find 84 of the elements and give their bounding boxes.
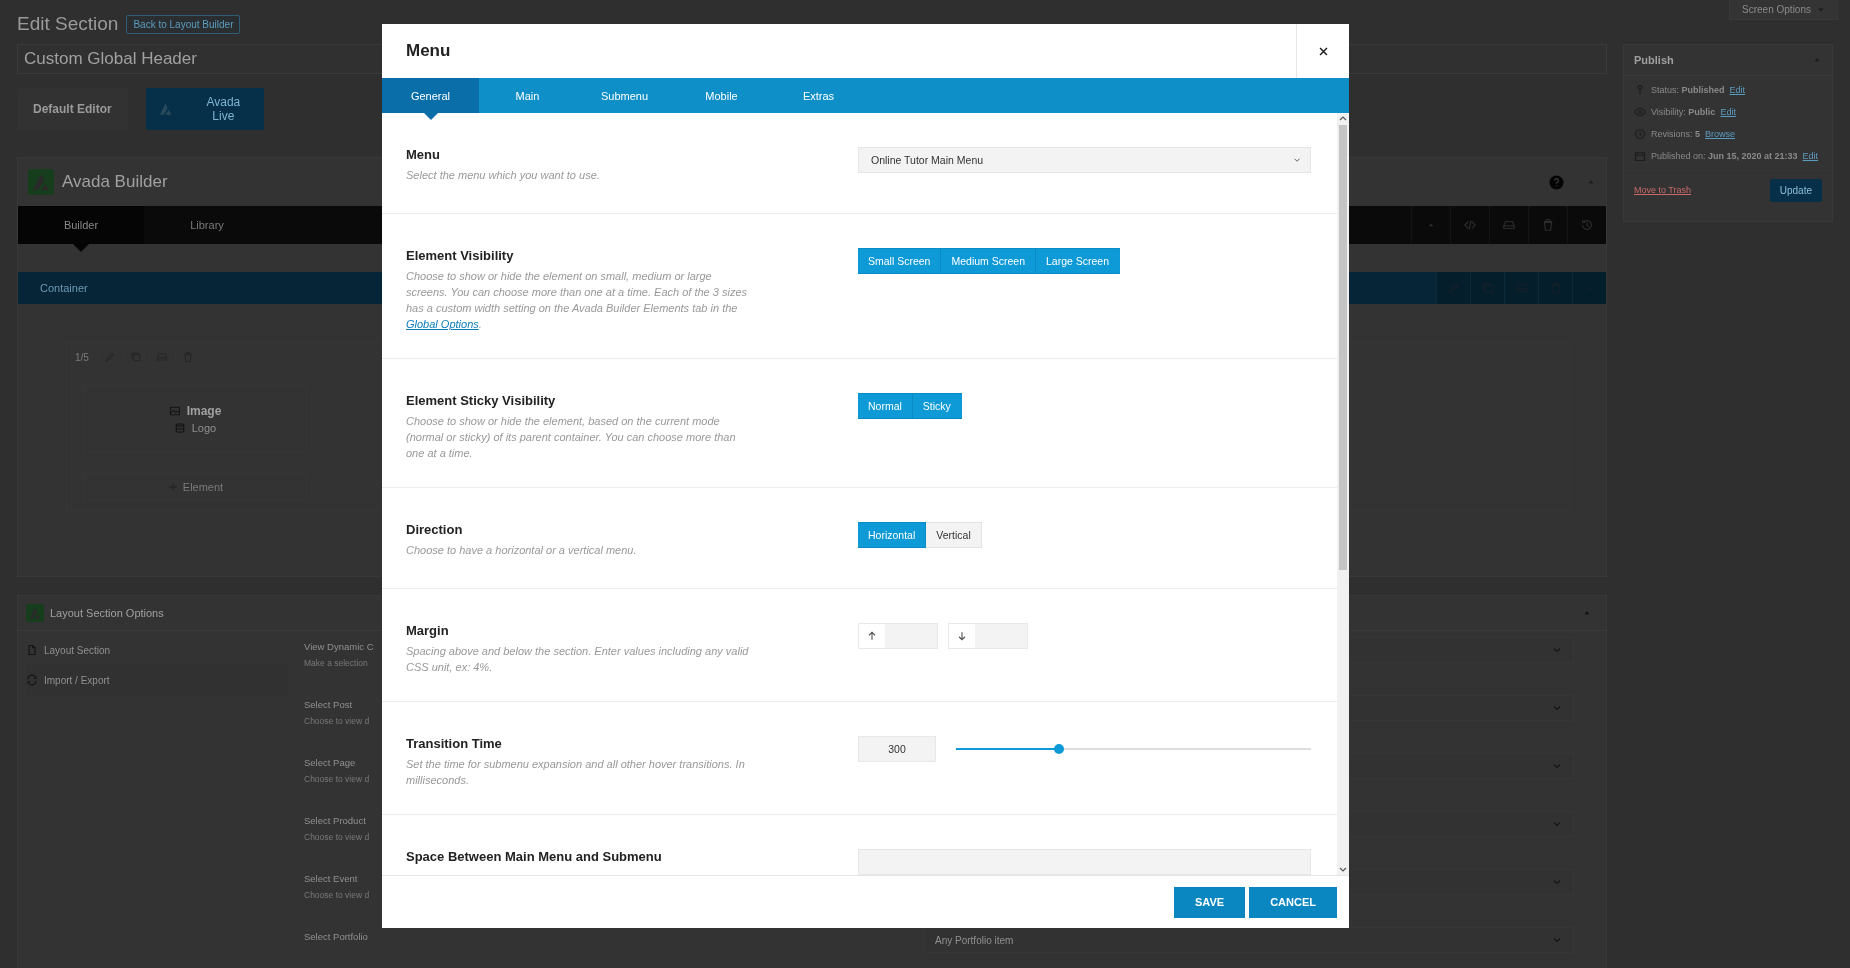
menu-select[interactable] bbox=[858, 849, 1311, 875]
option-description: Choose to show or hide the element, based on the current mode (normal or sticky) of its parent container. You can choose more than one at a time. bbox=[406, 414, 737, 461]
nav-item[interactable]: Layout Section bbox=[26, 635, 288, 665]
update-button[interactable]: Update bbox=[1769, 178, 1822, 202]
scrollbar[interactable] bbox=[1337, 113, 1349, 875]
save-button[interactable]: SAVE bbox=[1174, 886, 1246, 918]
logo-icon bbox=[26, 604, 44, 622]
edit-link[interactable]: Edit bbox=[1720, 107, 1736, 117]
field-label: Select Product bbox=[304, 815, 366, 826]
toggle-button[interactable]: Normal bbox=[858, 393, 913, 419]
move-to-trash-link[interactable]: Move to Trash bbox=[1634, 185, 1692, 195]
element-subtitle: Logo bbox=[191, 422, 217, 434]
toggle-button[interactable]: Vertical bbox=[926, 522, 982, 548]
margin-field[interactable] bbox=[948, 623, 1028, 649]
document-icon bbox=[26, 644, 38, 656]
screen-options-tab[interactable]: Screen Options bbox=[1729, 0, 1838, 20]
publish-info: Status: Published bbox=[1651, 85, 1725, 95]
box-title: Publish bbox=[1634, 54, 1674, 66]
field-label: Select Event bbox=[304, 873, 358, 884]
history-icon[interactable] bbox=[1580, 218, 1594, 232]
option-description: Select the menu which you want to use. bbox=[406, 168, 601, 183]
dialog-title: Menu bbox=[405, 41, 451, 61]
panel-title: Layout Section Options bbox=[50, 607, 164, 619]
element-title: Image bbox=[186, 404, 222, 418]
dialog-tab[interactable]: Mobile bbox=[673, 78, 770, 113]
publish-info: Published on: Jun 15, 2020 at 21:33 bbox=[1651, 151, 1798, 161]
trash-icon[interactable] bbox=[1541, 218, 1555, 232]
container-label: Container bbox=[39, 282, 88, 294]
logo-icon bbox=[157, 101, 173, 117]
tab-pointer bbox=[73, 244, 89, 252]
option-description: Choose to show or hide the element on small, medium or large screens. You can choose more than one at a time. Each of the 3 sizes has a custom width setting on the Avada Builder Elements tab in the Global Options. bbox=[406, 269, 748, 332]
toggle-button[interactable]: Small Screen bbox=[858, 248, 942, 274]
edit-link[interactable]: Edit bbox=[1802, 151, 1819, 161]
save-icon[interactable] bbox=[1502, 218, 1516, 232]
dialog-tab[interactable]: Extras bbox=[770, 78, 867, 113]
field-label: View Dynamic C bbox=[304, 641, 374, 652]
publish-info: Revisions: 5 bbox=[1651, 129, 1701, 139]
column-size-label[interactable]: 1/5 bbox=[67, 351, 97, 363]
field-label: Select Portfolio bbox=[304, 931, 368, 942]
publish-info: Visibility: Public bbox=[1651, 107, 1716, 117]
scrollbar-thumb[interactable] bbox=[1339, 125, 1347, 570]
toggle-button[interactable]: Large Screen bbox=[1036, 248, 1121, 274]
option-title: Transition Time bbox=[406, 736, 503, 751]
edit-link[interactable]: Edit bbox=[1729, 85, 1746, 95]
margin-field[interactable] bbox=[858, 623, 938, 649]
option-description: Spacing above and below the section. Enter values including any valid CSS unit, ex: 4%. bbox=[406, 644, 750, 675]
field-label: Select Page bbox=[304, 757, 356, 768]
slider-thumb[interactable] bbox=[1053, 744, 1064, 754]
global-options-link[interactable]: Global Options bbox=[406, 318, 479, 330]
back-to-layout-builder-button[interactable]: Back to Layout Builder bbox=[126, 14, 241, 34]
field-label: Select Post bbox=[304, 699, 353, 710]
menu-select[interactable]: Online Tutor Main Menu bbox=[858, 147, 1311, 173]
toggle-button[interactable]: Horizontal bbox=[858, 522, 927, 548]
option-title: Element Sticky Visibility bbox=[406, 393, 557, 408]
logo-icon bbox=[28, 169, 54, 195]
cancel-button[interactable]: CANCEL bbox=[1249, 886, 1337, 918]
panel-title: Avada Builder bbox=[62, 172, 168, 192]
image-icon bbox=[168, 405, 181, 417]
option-title: Direction bbox=[406, 522, 464, 537]
toggle-button[interactable]: Sticky bbox=[912, 393, 962, 419]
dialog-tab[interactable]: Submenu bbox=[576, 78, 673, 113]
close-icon bbox=[1317, 45, 1329, 57]
help-icon[interactable] bbox=[1549, 174, 1564, 190]
toggle-button[interactable]: Medium Screen bbox=[941, 248, 1036, 274]
option-title: Element Visibility bbox=[406, 248, 515, 263]
page-title: Edit Section bbox=[17, 13, 119, 35]
scroll-up-icon[interactable] bbox=[1339, 115, 1347, 123]
clock-icon bbox=[1634, 128, 1646, 140]
value-input[interactable]: 300 bbox=[858, 736, 936, 762]
option-title: Space Between Main Menu and Submenu bbox=[406, 849, 663, 864]
arrow-down-icon bbox=[956, 630, 968, 642]
option-description: Set the time for submenu expansion and all other hover transitions. In milliseconds. bbox=[406, 757, 746, 788]
dialog-tab[interactable]: Main bbox=[479, 78, 576, 113]
option-description: Choose to have a horizontal or a vertical menu. bbox=[406, 543, 638, 558]
code-icon[interactable] bbox=[1463, 218, 1477, 232]
live-editor-button[interactable]: Avada Live bbox=[145, 88, 264, 130]
refresh-icon bbox=[26, 674, 38, 686]
option-title: Menu bbox=[406, 147, 441, 162]
option-title: Margin bbox=[406, 623, 450, 638]
edit-link[interactable]: Browse bbox=[1705, 129, 1736, 139]
database-icon bbox=[173, 422, 186, 434]
scroll-down-icon[interactable] bbox=[1339, 865, 1347, 873]
arrow-up-icon bbox=[866, 630, 878, 642]
tab-pointer bbox=[423, 113, 438, 120]
